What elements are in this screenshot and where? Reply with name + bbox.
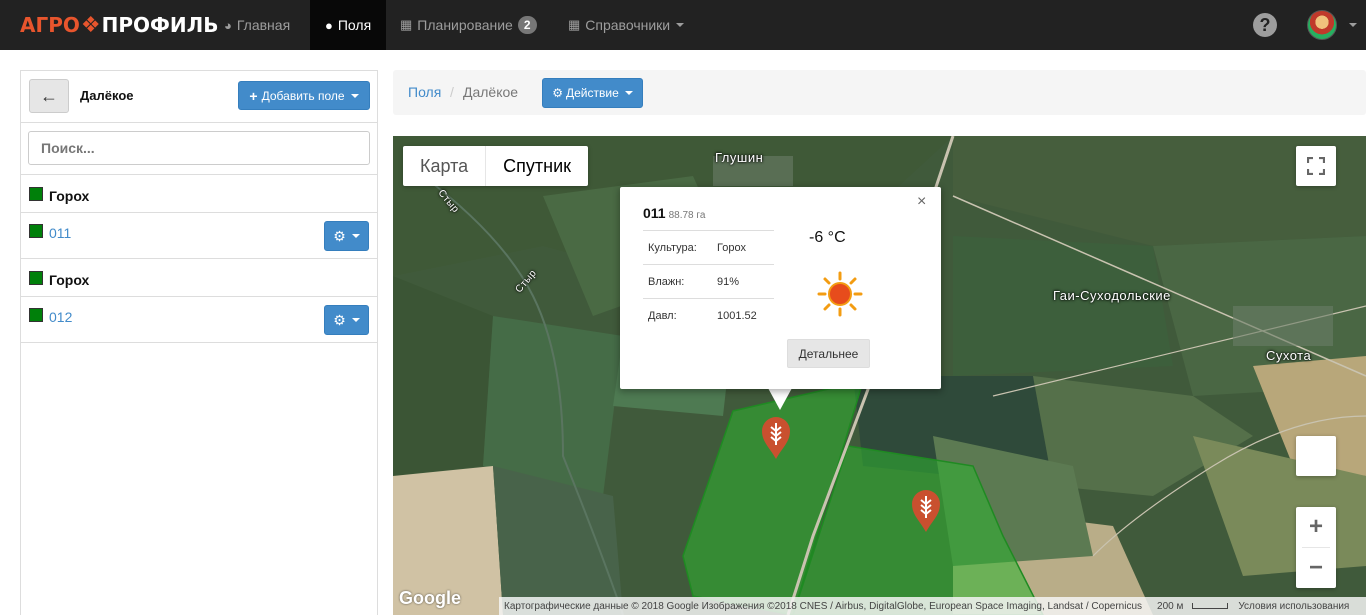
action-button[interactable]: ⚙ Действие [542, 78, 643, 108]
fullscreen-icon [1307, 157, 1325, 175]
fields-sidebar: ← Далёкое + Добавить поле Горох 011 ⚙ Го… [20, 70, 378, 615]
crop-group-header: Горох [21, 259, 377, 297]
map-place-label: Гаи-Суходольские [1053, 288, 1171, 303]
grid-icon: ▦ [568, 17, 581, 32]
crop-group-header: Горох [21, 175, 377, 213]
logo-text-profil: ПРОФИЛЬ [101, 13, 219, 37]
field-settings-button[interactable]: ⚙ [324, 221, 369, 251]
farm-name: Далёкое [80, 88, 134, 103]
chevron-down-icon [676, 23, 685, 27]
map-marker-icon: ● [325, 17, 333, 33]
info-weather-table: Культура: Горох Влажн: 91% Давл: 1001.52 [643, 230, 774, 333]
field-marker-012[interactable] [911, 489, 941, 533]
field-color-swatch [29, 224, 43, 238]
zoom-control: + − [1296, 507, 1336, 588]
scale-bar [1192, 602, 1229, 609]
scale-label: 200 м [1157, 600, 1184, 612]
chevron-down-icon [351, 234, 360, 238]
add-field-label: Добавить поле [261, 88, 345, 103]
info-window-tail [768, 388, 792, 410]
action-label: Действие [566, 86, 619, 100]
map-place-label: Глушин [715, 150, 764, 165]
breadcrumb-separator: / [450, 84, 454, 100]
calendar-icon: ▦ [400, 17, 413, 32]
attribution-text[interactable]: Картографические данные © 2018 Google Из… [499, 601, 1147, 612]
zoom-out-button[interactable]: − [1296, 548, 1336, 588]
avatar[interactable] [1307, 10, 1337, 40]
info-field-area: 88.78 га [668, 210, 706, 221]
field-marker-011[interactable] [761, 416, 791, 460]
crop-color-swatch [29, 187, 43, 201]
map-scale[interactable]: 200 м [1147, 601, 1233, 612]
close-icon[interactable]: × [917, 193, 926, 211]
field-link[interactable]: 012 [49, 309, 72, 325]
table-row: Культура: Горох [643, 230, 774, 265]
table-cell: Культура: [643, 230, 714, 265]
pie-chart-icon: ◕ [224, 17, 232, 33]
field-row: 012 ⚙ [21, 297, 377, 343]
fullscreen-button[interactable] [1296, 146, 1336, 186]
chevron-down-icon [350, 93, 359, 98]
zoom-in-button[interactable]: + [1296, 507, 1336, 547]
nav-item-planning[interactable]: ▦ Планирование 2 [400, 0, 537, 50]
chevron-down-icon [351, 318, 360, 322]
sun-weather-icon [817, 271, 863, 317]
table-cell: Горох [714, 230, 774, 265]
nav-item-home[interactable]: ◕ Главная [224, 0, 290, 50]
search-input[interactable] [28, 131, 370, 165]
map-type-map-button[interactable]: Карта [403, 146, 485, 186]
info-window-title: 011 88.78 га [643, 205, 705, 221]
nav-item-references[interactable]: ▦ Справочники [568, 0, 685, 50]
gear-icon: ⚙ [333, 227, 346, 244]
search-wrap [21, 123, 377, 175]
map-place-label: Сухота [1266, 348, 1312, 363]
table-cell: Давл: [643, 298, 714, 333]
nav-item-label: Поля [337, 17, 372, 33]
field-settings-button[interactable]: ⚙ [324, 305, 369, 335]
field-link[interactable]: 011 [49, 225, 71, 241]
table-cell: Влажн: [643, 264, 714, 299]
chevron-down-icon [624, 91, 633, 95]
google-logo: Google [399, 588, 461, 608]
map-attribution: Картографические данные © 2018 Google Из… [499, 597, 1366, 615]
crop-group-label: Горох [49, 188, 90, 204]
terms-link[interactable]: Условия использования [1233, 601, 1354, 612]
breadcrumb: Поля / Далёкое ⚙ Действие [393, 70, 1366, 115]
gear-icon: ⚙ [552, 86, 563, 100]
temperature-value: -6 °C [809, 229, 846, 246]
sidebar-header: ← Далёкое + Добавить поле [21, 71, 377, 123]
table-cell: 91% [714, 264, 774, 299]
crop-color-swatch [29, 271, 43, 285]
gear-icon: ⚙ [333, 311, 346, 328]
planning-count-badge: 2 [517, 16, 537, 34]
plus-icon: + [249, 87, 258, 104]
chevron-down-icon[interactable] [1349, 23, 1357, 27]
nav-item-fields[interactable]: ● Поля [310, 0, 387, 50]
details-button[interactable]: Детальнее [787, 339, 870, 368]
map-type-control: Карта Спутник [403, 146, 589, 186]
field-color-swatch [29, 308, 43, 322]
nav-item-label: Главная [236, 17, 291, 33]
logo-text-agro: АГРО [20, 13, 80, 37]
breadcrumb-current: Далёкое [463, 84, 519, 100]
top-navbar: АГРО ❖ ПРОФИЛЬ ◕ Главная ● Поля ▦ Планир… [0, 0, 1366, 50]
table-cell: 1001.52 [714, 298, 774, 333]
breadcrumb-fields-link[interactable]: Поля [408, 84, 441, 100]
map-type-satellite-button[interactable]: Спутник [485, 146, 588, 186]
back-button[interactable]: ← [29, 79, 69, 113]
street-view-pegman[interactable] [1296, 436, 1336, 476]
nav-item-label: Справочники [585, 17, 671, 33]
table-row: Давл: 1001.52 [643, 298, 774, 333]
nav-item-label: Планирование [417, 17, 513, 33]
wheat-logo-icon: ❖ [80, 12, 101, 38]
crop-group-label: Горох [49, 272, 90, 288]
help-button[interactable]: ? [1253, 13, 1277, 37]
field-info-window: × 011 88.78 га Культура: Горох Влажн: 91% Д… [620, 187, 941, 389]
info-field-name: 011 [643, 205, 666, 221]
logo[interactable]: АГРО ❖ ПРОФИЛЬ [20, 8, 218, 42]
add-field-button[interactable]: + Добавить поле [238, 81, 370, 110]
table-row: Влажн: 91% [643, 264, 774, 299]
field-row: 011 ⚙ [21, 213, 377, 259]
